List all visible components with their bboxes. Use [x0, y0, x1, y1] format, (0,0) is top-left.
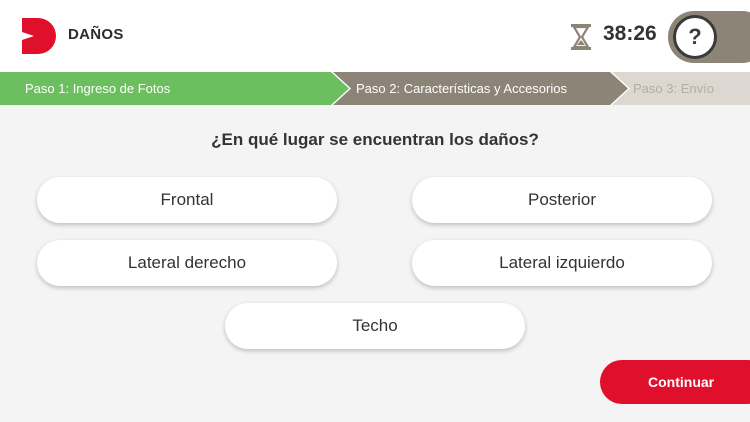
app-header: DAÑOS 38:26 ?: [0, 0, 750, 72]
hourglass-icon: [571, 24, 591, 50]
step-3-label: Paso 3: Envío: [633, 81, 714, 96]
brand-logo-icon: [22, 18, 56, 54]
help-button[interactable]: ?: [673, 15, 717, 59]
option-lateral-derecho-button[interactable]: Lateral derecho: [37, 240, 337, 286]
option-techo-button[interactable]: Techo: [225, 303, 525, 349]
question-heading: ¿En qué lugar se encuentran los daños?: [211, 130, 539, 149]
continue-button[interactable]: Continuar: [600, 360, 750, 404]
step-1-label: Paso 1: Ingreso de Fotos: [25, 81, 171, 96]
step-2-label: Paso 2: Características y Accesorios: [356, 81, 567, 96]
option-lateral-izquierdo-button[interactable]: Lateral izquierdo: [412, 240, 712, 286]
option-posterior-button[interactable]: Posterior: [412, 177, 712, 223]
countdown-timer: 38:26: [603, 22, 657, 45]
page-title: DAÑOS: [68, 26, 124, 43]
option-frontal-button[interactable]: Frontal: [37, 177, 337, 223]
progress-steps: Paso 1: Ingreso de Fotos Paso 2: Caracte…: [0, 72, 750, 105]
